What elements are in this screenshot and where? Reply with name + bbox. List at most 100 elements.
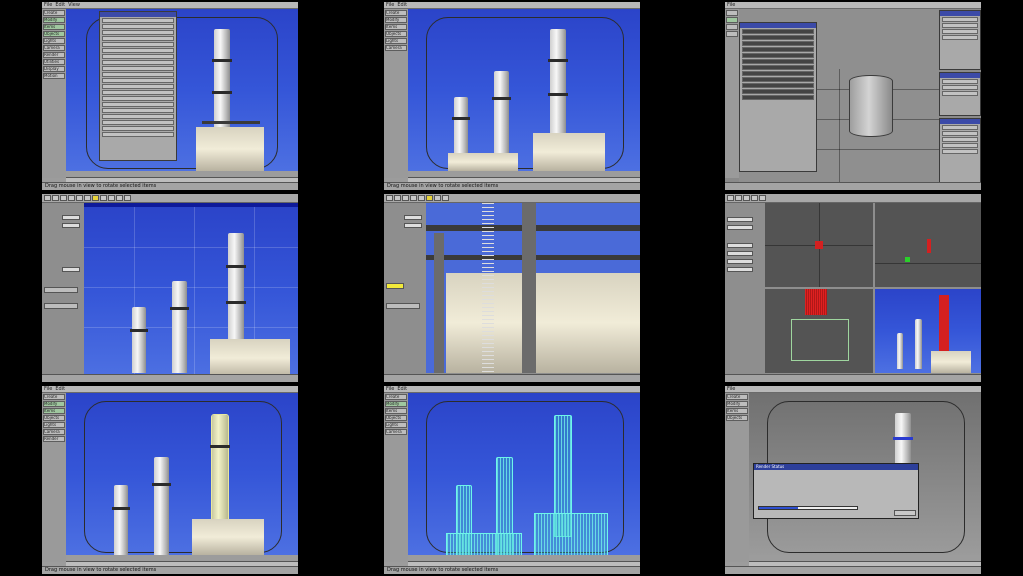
sidebar-item-objects[interactable]: Objects [43, 31, 65, 37]
panel-row[interactable] [942, 35, 978, 40]
panel-row[interactable] [102, 18, 174, 23]
panel-row[interactable] [102, 108, 174, 113]
viewport[interactable] [408, 393, 640, 555]
panel-row[interactable] [102, 120, 174, 125]
panel-row[interactable] [102, 60, 174, 65]
tool-button[interactable] [60, 195, 67, 201]
panel-row[interactable] [102, 96, 174, 101]
menu-file[interactable]: File [44, 386, 52, 392]
menu-file[interactable]: File [386, 2, 394, 8]
sidebar-item-motion[interactable]: Motion [43, 73, 65, 79]
panel-row[interactable] [942, 79, 978, 84]
panel-row[interactable] [102, 90, 174, 95]
panel-row[interactable] [742, 65, 814, 70]
viewport[interactable] [408, 9, 640, 171]
viewport[interactable] [66, 393, 298, 555]
sidebar-item-display[interactable]: Display [43, 66, 65, 72]
tool-button[interactable] [402, 195, 409, 201]
panel-row[interactable] [102, 54, 174, 59]
menu-edit[interactable]: Edit [55, 386, 65, 392]
sidebar-item-create[interactable]: Create [726, 394, 748, 400]
panel-row[interactable] [742, 47, 814, 52]
panel-row[interactable] [102, 66, 174, 71]
sidebar-item-modify[interactable]: Modify [385, 401, 407, 407]
panel-row[interactable] [742, 35, 814, 40]
tool-button[interactable] [116, 195, 123, 201]
value-field[interactable] [727, 259, 753, 264]
value-field[interactable] [727, 217, 753, 222]
tool-button[interactable] [44, 195, 51, 201]
sidebar-item-modify[interactable]: Modify [726, 401, 748, 407]
tool-button[interactable] [92, 195, 99, 201]
sidebar-item-objects[interactable]: Objects [43, 415, 65, 421]
sidebar-item-objects[interactable]: Objects [385, 31, 407, 37]
panel-row[interactable] [742, 77, 814, 82]
sidebar-item-utilities[interactable]: Utilities [43, 59, 65, 65]
panel-row[interactable] [742, 83, 814, 88]
tool-button[interactable] [418, 195, 425, 201]
menu-file[interactable]: File [386, 386, 394, 392]
sidebar-item-items[interactable]: Items [726, 408, 748, 414]
panel-row[interactable] [102, 48, 174, 53]
panel-row[interactable] [742, 59, 814, 64]
panel-row[interactable] [942, 91, 978, 96]
menu-view[interactable]: View [68, 2, 80, 8]
sidebar-item-objects[interactable]: Objects [726, 415, 748, 421]
tool-button[interactable] [727, 195, 734, 201]
sidebar-item-create[interactable]: Create [43, 394, 65, 400]
sidebar-item-items[interactable]: Items [385, 24, 407, 30]
panel-row[interactable] [102, 78, 174, 83]
sidebar-item-camera[interactable]: Camera [385, 45, 407, 51]
sidebar-item-create[interactable] [726, 10, 738, 16]
value-field[interactable] [727, 267, 753, 272]
selected-stack[interactable] [210, 414, 230, 536]
panel-row[interactable] [742, 89, 814, 94]
selected-object[interactable] [815, 241, 823, 249]
panel-row[interactable] [102, 114, 174, 119]
tool-button[interactable] [394, 195, 401, 201]
menu-file[interactable]: File [727, 2, 735, 8]
menu-file[interactable]: File [727, 386, 735, 392]
viewport-camera[interactable] [875, 289, 981, 373]
sidebar-item-create[interactable]: Create [43, 10, 65, 16]
tool-button[interactable] [751, 195, 758, 201]
panel-row[interactable] [942, 17, 978, 22]
tool-button[interactable] [410, 195, 417, 201]
panel-row[interactable] [742, 41, 814, 46]
panel-row[interactable] [942, 143, 978, 148]
tool-button[interactable] [743, 195, 750, 201]
sidebar-item-modify[interactable] [726, 17, 738, 23]
sidebar-item-modify[interactable]: Modify [43, 17, 65, 23]
panel-row[interactable] [942, 137, 978, 142]
tool-button[interactable] [76, 195, 83, 201]
panel-row[interactable] [742, 95, 814, 100]
value-field[interactable] [62, 223, 80, 228]
sidebar-item-items[interactable]: Items [385, 408, 407, 414]
selected-object[interactable] [927, 239, 931, 253]
panel-row[interactable] [942, 85, 978, 90]
value-field[interactable] [727, 251, 753, 256]
tool-button[interactable] [442, 195, 449, 201]
tool-button[interactable] [426, 195, 433, 201]
sidebar-item-items[interactable]: Items [43, 408, 65, 414]
abort-button[interactable] [894, 510, 916, 516]
sidebar-item-modify[interactable]: Modify [385, 17, 407, 23]
viewport-top[interactable] [765, 203, 873, 287]
panel-row[interactable] [942, 125, 978, 130]
panel-row[interactable] [102, 102, 174, 107]
wireframe-building[interactable] [446, 533, 522, 555]
panel-row[interactable] [742, 29, 814, 34]
tool-button[interactable] [735, 195, 742, 201]
sidebar-item-items[interactable]: Items [43, 24, 65, 30]
viewport[interactable] [426, 203, 640, 373]
sidebar-item-create[interactable]: Create [385, 394, 407, 400]
option-button[interactable] [44, 303, 78, 309]
sidebar-item-camera[interactable]: Camera [385, 429, 407, 435]
sidebar-item-lights[interactable]: Lights [43, 422, 65, 428]
sidebar-item-create[interactable]: Create [385, 10, 407, 16]
tool-button[interactable] [759, 195, 766, 201]
value-field[interactable] [62, 267, 80, 272]
sidebar-item-camera[interactable]: Camera [43, 429, 65, 435]
panel-row[interactable] [942, 149, 978, 154]
panel-row[interactable] [942, 29, 978, 34]
